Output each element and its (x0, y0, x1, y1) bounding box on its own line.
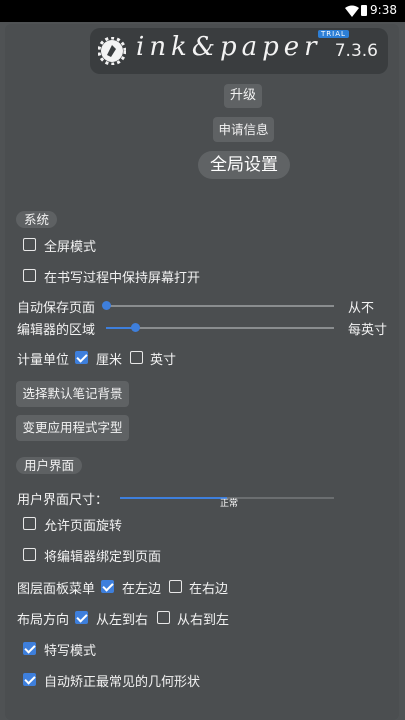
autosave-slider-thumb[interactable] (101, 301, 111, 310)
ltr-label: 从左到右 (96, 613, 149, 628)
brand-name: ink&paper (136, 32, 322, 62)
layout-direction-label: 布局方向 (17, 613, 70, 628)
rtl-checkbox[interactable] (157, 611, 170, 624)
unit-inch-checkbox[interactable] (130, 351, 143, 364)
ui-size-label: 用户界面尺寸： (17, 493, 109, 508)
ltr-checkbox[interactable] (75, 611, 88, 624)
app-logo-banner: ink&paper TRIAL 7.3.6 (90, 28, 388, 74)
upgrade-button[interactable]: 升级 (224, 84, 262, 108)
wifi-icon (345, 5, 359, 17)
keep-screen-on-checkbox[interactable] (23, 269, 36, 282)
status-time: 9:38 (370, 3, 397, 17)
apply-info-button[interactable]: 申请信息 (213, 117, 274, 142)
fullscreen-checkbox[interactable] (23, 238, 36, 251)
unit-inch-label: 英寸 (150, 353, 177, 368)
section-ui: 用户界面 (16, 457, 83, 474)
app-version: 7.3.6 (334, 41, 378, 61)
choose-background-button[interactable]: 选择默认笔记背景 (16, 381, 129, 407)
ui-size-slider[interactable]: 正常 (120, 497, 334, 509)
unit-cm-label: 厘米 (96, 353, 123, 368)
layer-left-label: 在左边 (122, 582, 162, 597)
editor-area-value: 每英寸 (348, 323, 388, 338)
keep-screen-on-label: 在书写过程中保持屏幕打开 (44, 271, 201, 286)
closeup-mode-checkbox[interactable] (23, 642, 36, 655)
page-title: 全局设置 (198, 151, 290, 179)
autosave-label: 自动保存页面 (17, 301, 96, 316)
gear-logo-icon (98, 37, 126, 65)
bind-editor-label: 将编辑器绑定到页面 (44, 550, 162, 565)
autosave-value: 从不 (348, 301, 375, 316)
bind-editor-checkbox[interactable] (23, 548, 36, 561)
unit-label: 计量单位 (17, 353, 70, 368)
unit-cm-checkbox[interactable] (75, 351, 88, 364)
trial-badge: TRIAL (318, 30, 349, 38)
layer-panel-label: 图层面板菜单 (17, 582, 96, 597)
status-bar: 9:38 (0, 0, 405, 22)
allow-rotation-checkbox[interactable] (23, 517, 36, 530)
battery-icon (361, 5, 367, 16)
layer-right-label: 在右边 (189, 582, 229, 597)
allow-rotation-label: 允许页面旋转 (44, 519, 123, 534)
fullscreen-label: 全屏模式 (44, 240, 97, 255)
auto-correct-shapes-checkbox[interactable] (23, 673, 36, 686)
autosave-slider[interactable] (101, 301, 334, 310)
editor-area-label: 编辑器的区域 (17, 323, 96, 338)
change-font-button[interactable]: 变更应用程式字型 (16, 415, 129, 441)
rtl-label: 从右到左 (177, 613, 230, 628)
section-system: 系统 (16, 211, 58, 228)
ui-size-value: 正常 (220, 499, 239, 509)
layer-right-checkbox[interactable] (169, 580, 182, 593)
ui-size-slider-fill (120, 497, 227, 499)
layer-left-checkbox[interactable] (101, 580, 114, 593)
closeup-mode-label: 特写模式 (44, 644, 97, 659)
editor-area-slider[interactable] (106, 323, 334, 332)
auto-correct-shapes-label: 自动矫正最常见的几何形状 (44, 675, 201, 690)
